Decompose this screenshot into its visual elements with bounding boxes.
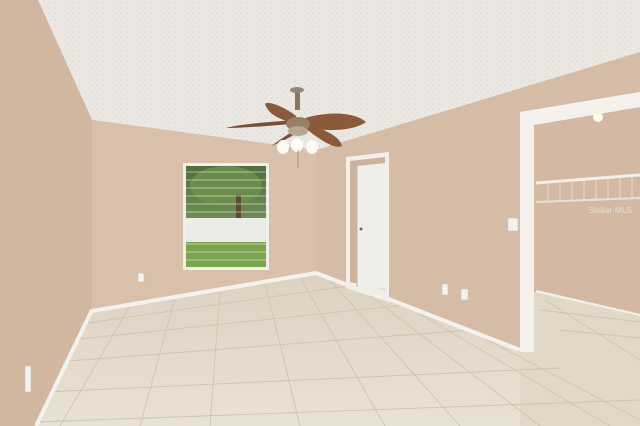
watermark-text: Stellar MLS [588,206,632,215]
window [183,163,269,270]
door-knob [359,227,363,231]
outlet-left [24,365,32,393]
fan-light [306,140,318,154]
closet-floor [520,292,640,426]
outlet-back [137,272,145,283]
outlet-right-2 [460,288,469,301]
door [357,163,385,289]
fan-light [291,138,303,152]
room-photo: Stellar MLS [0,0,640,426]
light-switch [507,217,519,232]
fan-light [277,140,289,154]
room-illustration [0,0,640,426]
doorway [346,152,389,302]
outlet-right-1 [441,283,449,296]
